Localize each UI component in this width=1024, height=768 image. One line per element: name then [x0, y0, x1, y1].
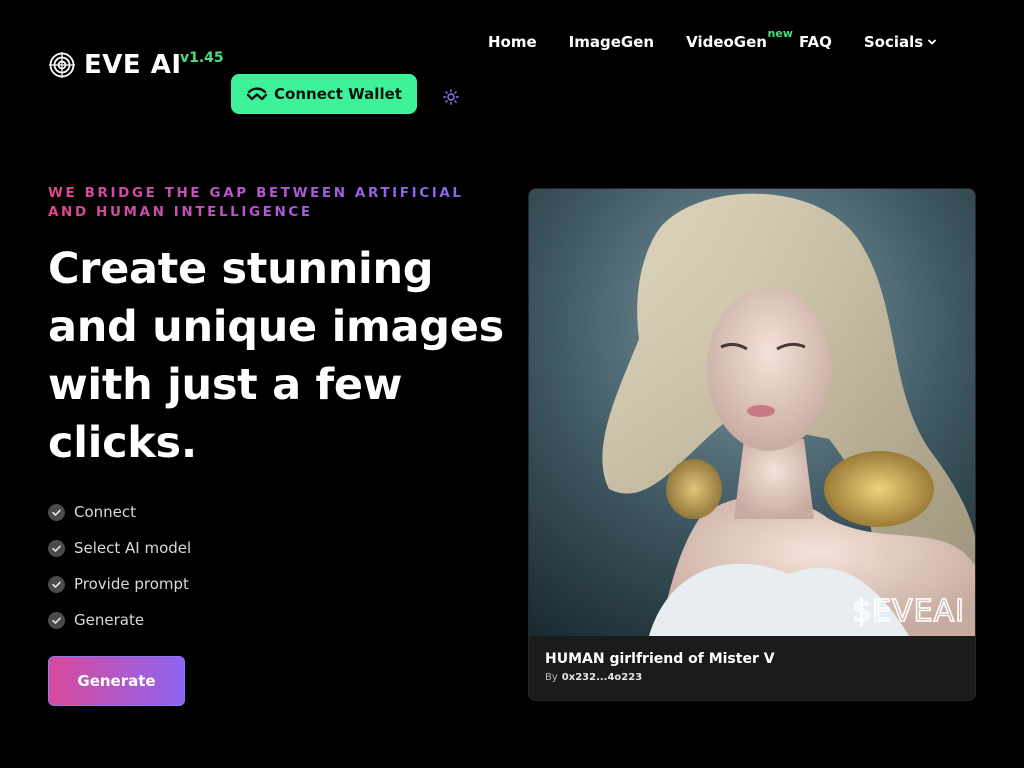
nav-imagegen[interactable]: ImageGen — [569, 33, 654, 51]
connect-wallet-button[interactable]: Connect Wallet — [231, 74, 417, 114]
step-item: Provide prompt — [48, 566, 191, 602]
card-by-label: By — [545, 672, 558, 683]
nav-videogen[interactable]: VideoGen new — [686, 27, 793, 51]
hero-headline: Create stunning and unique images with j… — [48, 244, 504, 468]
target-icon — [49, 52, 75, 78]
nav-home[interactable]: Home — [488, 33, 537, 51]
sun-icon[interactable] — [443, 89, 459, 105]
step-label: Connect — [74, 503, 137, 521]
brand-logo[interactable]: EVE AI v1.45 — [48, 50, 224, 80]
check-circle-icon — [48, 503, 65, 521]
step-item: Select AI model — [48, 530, 191, 566]
check-circle-icon — [48, 611, 65, 629]
chevron-down-icon — [928, 39, 937, 45]
card-author[interactable]: 0x232...4o223 — [562, 672, 642, 683]
walletconnect-icon — [246, 87, 268, 101]
steps-list: Connect Select AI model Provide prompt G… — [48, 494, 191, 638]
step-label: Select AI model — [74, 539, 192, 557]
nav-faq[interactable]: FAQ — [799, 33, 832, 51]
image-watermark: $EVEAI — [852, 594, 965, 629]
check-circle-icon — [48, 539, 65, 557]
showcase-card[interactable]: $EVEAI HUMAN girlfriend of Mister V By 0x… — [528, 188, 976, 701]
step-label: Generate — [74, 611, 145, 629]
hero-tagline: WE BRIDGE THE GAP BETWEEN ARTIFICIAL AND… — [48, 184, 508, 222]
connect-wallet-label: Connect Wallet — [274, 85, 402, 103]
step-label: Provide prompt — [74, 575, 189, 593]
version-badge: v1.45 — [180, 50, 224, 66]
card-author-line: By 0x232...4o223 — [545, 672, 642, 683]
nav-socials-label: Socials — [863, 33, 924, 51]
nav-videogen-label: VideoGen — [686, 33, 767, 51]
card-title: HUMAN girlfriend of Mister V — [545, 651, 775, 667]
main-nav: Home ImageGen VideoGen new FAQ Socials — [488, 27, 937, 51]
generate-button[interactable]: Generate — [48, 656, 185, 706]
generated-portrait-image: $EVEAI — [529, 189, 975, 636]
step-item: Generate — [48, 602, 191, 638]
brand-name: EVE AI — [84, 50, 182, 80]
nav-socials-dropdown[interactable]: Socials — [864, 33, 937, 51]
new-badge: new — [767, 27, 793, 40]
check-circle-icon — [48, 575, 65, 593]
step-item: Connect — [48, 494, 191, 530]
